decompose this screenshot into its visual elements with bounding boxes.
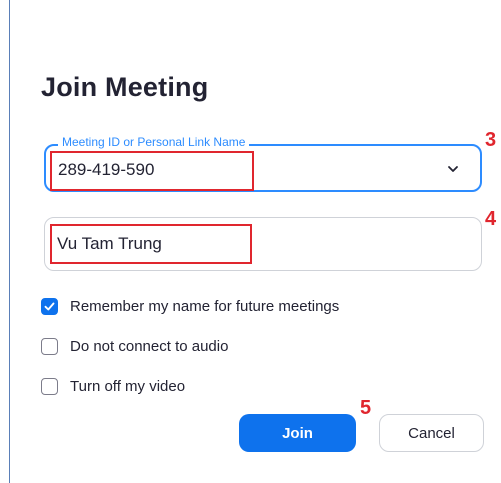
step-number-3: 3 <box>485 129 497 151</box>
step-number-4: 4 <box>485 208 497 230</box>
dialog-title: Join Meeting <box>41 72 209 102</box>
join-meeting-dialog: Join Meeting Meeting ID or Personal Link… <box>0 0 501 483</box>
join-button[interactable]: Join <box>239 414 356 452</box>
remember-name-option[interactable]: Remember my name for future meetings <box>41 296 339 316</box>
remember-name-label: Remember my name for future meetings <box>70 297 340 315</box>
video-off-option[interactable]: Turn off my video <box>41 376 185 396</box>
highlight-meeting-id <box>50 151 254 191</box>
video-off-label: Turn off my video <box>70 377 186 395</box>
no-audio-checkbox[interactable] <box>41 337 58 355</box>
no-audio-option[interactable]: Do not connect to audio <box>41 336 228 356</box>
window-border <box>9 0 10 483</box>
meeting-id-label: Meeting ID or Personal Link Name <box>58 135 250 149</box>
video-off-checkbox[interactable] <box>41 377 58 395</box>
checkmark-icon <box>44 302 55 310</box>
step-number-5: 5 <box>360 397 372 419</box>
no-audio-label: Do not connect to audio <box>70 337 229 355</box>
chevron-down-icon[interactable] <box>446 162 460 176</box>
highlight-display-name <box>50 224 252 264</box>
remember-name-checkbox[interactable] <box>41 297 58 315</box>
cancel-button[interactable]: Cancel <box>379 414 484 452</box>
